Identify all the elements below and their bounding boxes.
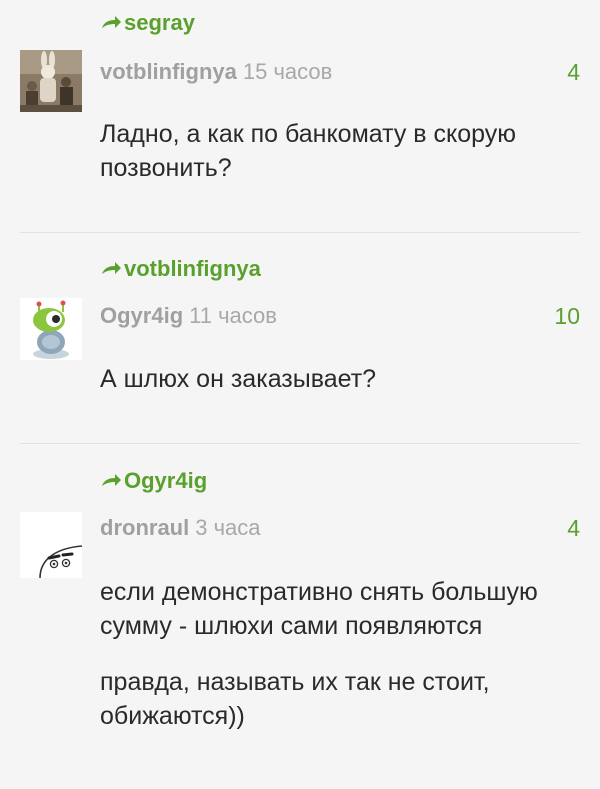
reply-to-link[interactable]: Ogyr4ig (100, 468, 207, 494)
comment-divider (20, 232, 580, 233)
comment-time: 11 часов (189, 303, 277, 328)
comment-paragraph: А шлюх он заказывает? (100, 365, 377, 393)
comment-meta: Ogyr4ig 11 часов (100, 303, 277, 329)
comment-time: 15 часов (242, 59, 333, 84)
reply-to-link[interactable]: segray (100, 10, 195, 36)
comment-paragraph: если демонстративно снять большую сумму … (100, 578, 538, 640)
reply-arrow-icon (102, 262, 121, 274)
reply-to-name[interactable]: segray (124, 10, 195, 36)
comment-meta: dronraul 3 часа (100, 515, 261, 541)
comment-paragraph: Ладно, а как по банкомату в скорую позво… (100, 120, 517, 182)
reply-arrow-icon (102, 474, 121, 486)
comment-rating: 4 (567, 59, 580, 85)
comment-rating: 4 (567, 515, 580, 541)
author-name[interactable]: Ogyr4ig (100, 303, 183, 328)
alien-avatar-icon[interactable] (20, 298, 82, 360)
face-avatar-icon[interactable] (20, 512, 82, 578)
comment-text: Ладно, а как по банкомату в скорую позво… (100, 117, 580, 185)
reply-to-name[interactable]: Ogyr4ig (124, 468, 207, 494)
comment-text: если демонстративно снять большую сумму … (100, 575, 580, 733)
reply-to-name[interactable]: votblinfignya (124, 256, 261, 282)
reply-arrow-icon (102, 16, 121, 28)
reply-to-link[interactable]: votblinfignya (100, 256, 261, 282)
comment-text: А шлюх он заказывает? (100, 362, 580, 396)
comment-divider (20, 443, 580, 444)
author-name[interactable]: votblinfignya (100, 59, 237, 84)
photo-avatar-icon[interactable] (20, 50, 82, 112)
comment-time: 3 часа (195, 515, 261, 540)
comment-paragraph: правда, называть их так не стоит, обижаю… (100, 668, 490, 730)
comment-meta: votblinfignya 15 часов (100, 59, 332, 85)
comment-rating: 10 (554, 303, 580, 329)
author-name[interactable]: dronraul (100, 515, 189, 540)
